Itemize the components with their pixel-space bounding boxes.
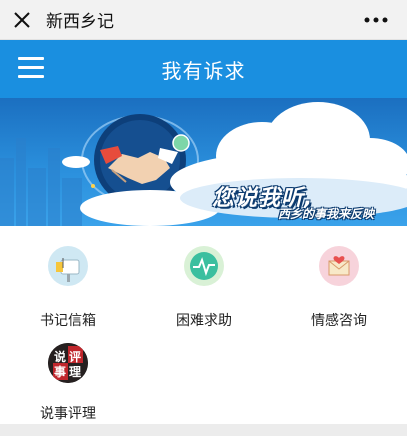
service-mailbox[interactable]: 书记信箱 xyxy=(0,246,136,330)
page-header: 我有诉求 xyxy=(0,40,407,98)
more-button[interactable] xyxy=(361,8,391,32)
hamburger-menu-icon xyxy=(18,57,44,60)
svg-text:理: 理 xyxy=(69,365,81,379)
service-help[interactable]: 困难求助 xyxy=(136,246,272,330)
service-label: 说事评理 xyxy=(40,406,96,422)
svg-text:说: 说 xyxy=(54,349,66,364)
hamburger-menu-button[interactable] xyxy=(18,57,44,81)
banner: 您说我听, 西乡的事我来反映 xyxy=(0,98,407,226)
service-emotion[interactable]: 情感咨询 xyxy=(271,246,407,330)
love-letter-icon xyxy=(319,246,359,286)
svg-text:事: 事 xyxy=(54,364,66,379)
banner-subslogan: 西乡的事我来反映 xyxy=(278,207,375,221)
window-titlebar: 新西乡记 xyxy=(0,0,407,40)
mailbox-icon xyxy=(48,246,88,286)
app-title: 新西乡记 xyxy=(46,12,114,32)
heartbeat-icon xyxy=(184,246,224,286)
service-label: 情感咨询 xyxy=(311,313,367,329)
service-discuss[interactable]: 说 评 事 理 说事评理 xyxy=(0,343,136,423)
more-dots-icon xyxy=(364,17,388,23)
close-button[interactable] xyxy=(2,0,42,40)
page-title: 我有诉求 xyxy=(161,58,246,83)
bottom-divider xyxy=(0,424,407,436)
svg-text:评: 评 xyxy=(69,350,81,364)
close-icon xyxy=(14,11,30,28)
service-label: 困难求助 xyxy=(176,313,232,329)
service-label: 书记信箱 xyxy=(40,313,96,329)
discuss-reason-icon: 说 评 事 理 xyxy=(48,343,88,383)
